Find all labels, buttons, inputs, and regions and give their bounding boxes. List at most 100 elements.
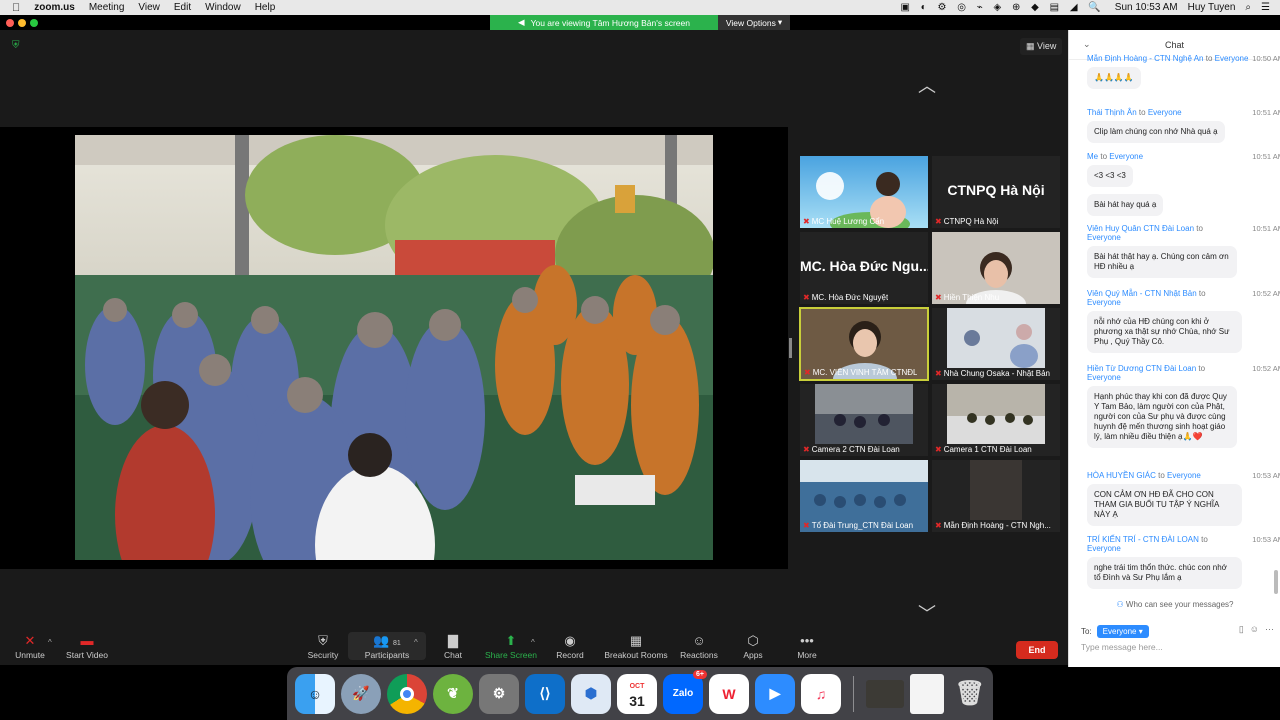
video-tile[interactable]: ✖ Mẫn Định Hoàng - CTN Ngh... [932,460,1060,532]
to-word: to [1100,152,1108,161]
menu-app-name[interactable]: zoom.us [34,2,75,13]
recipient-dropdown[interactable]: Everyone ▾ [1096,625,1149,638]
participant-name: ✖ Mẫn Định Hoàng - CTN Ngh... [935,521,1051,530]
finder-icon[interactable]: ☺ [295,673,335,714]
more-button[interactable]: ••• More [772,632,842,660]
chat-messages[interactable]: Mẫn Định Hoàng - CTN Nghệ An to Everyone… [1069,54,1280,594]
video-tile-active-speaker[interactable]: ✖ MC. VIÊN VINH TÂM CTNĐL [799,307,929,381]
chat-title: Chat [1164,39,1184,50]
message-bubble: CON CẢM ƠN HĐ ĐÃ CHO CON THAM GIA BUỔI T… [1087,484,1242,526]
meeting-area: ⛨ ▦ View ︿ ﹀ ✖ MC Huệ Lương Cẩn CTNPQ Hà… [0,30,1068,665]
video-tile[interactable]: CTNPQ Hà Nội ✖ CTNPQ Hà Nội [932,156,1060,228]
wps-office-icon[interactable]: W [709,673,749,714]
zoom-app-icon[interactable]: ▶ [755,673,795,714]
record-button[interactable]: ◉ Record [535,632,605,660]
participants-label: Participants [364,650,410,660]
breakout-rooms-button[interactable]: ▦ Breakout Rooms [598,632,674,660]
view-options-label: View Options [725,17,776,28]
who-can-see-link[interactable]: ⚇ Who can see your messages? [1069,600,1280,609]
recent-window-thumbnail[interactable] [866,679,904,708]
view-button-label: View [1037,41,1057,51]
close-window-icon[interactable] [6,19,14,27]
muted-mic-icon: ✖ [935,445,942,454]
chat-input[interactable]: Type message here... [1081,642,1163,652]
menu-edit[interactable]: Edit [174,2,191,13]
message-bubble: Bài hát hay quá ạ [1087,194,1164,216]
status-icons[interactable]: ▣ ◐ ⚙ ◎ ⌁ ◈ ⊕ ◆ ▤ ◢ 🔍 [900,2,1104,13]
file-icon[interactable]: ▯ [1239,624,1244,635]
sender-name[interactable]: Thái Thịnh Ân [1087,108,1137,117]
muted-mic-icon: ✖ [935,521,942,530]
video-tile[interactable]: ✖ Hiền Thiện Nhu [932,232,1060,304]
share-banner-text: You are viewing Tâm Hương Bản's screen [530,17,690,28]
menu-window[interactable]: Window [205,2,241,13]
menu-view[interactable]: View [138,2,160,13]
recent-document-thumbnail[interactable] [910,673,944,714]
zalo-icon[interactable]: Zalo 6+ [663,669,707,714]
participant-name: ✖ Nhà Chung Osaka - Nhật Bản [935,369,1050,378]
chevron-down-icon[interactable]: ﹀ [918,600,936,626]
share-speaker-icon: ◀ [518,17,525,27]
panel-resize-handle[interactable] [789,338,792,358]
view-button[interactable]: ▦ View [1020,38,1063,55]
video-tile[interactable]: ✖ Nhà Chung Osaka - Nhật Bản [932,308,1060,380]
start-video-button[interactable]: ▬ Start Video [52,632,122,660]
message-time: 10:51 AM [1252,108,1280,117]
apple-icon[interactable]:  [12,2,20,14]
emoji-icon[interactable]: ☺ [1250,624,1259,635]
encryption-shield-icon[interactable]: ⛨ [12,40,22,51]
video-tile[interactable]: MC. Hòa Đức Ngu... ✖ MC. Hòa Đức Nguyệt [800,232,928,304]
network-app-icon[interactable]: ⬢ [571,673,611,714]
video-tile[interactable]: ✖ Tổ Đài Trung_CTN Đài Loan [800,460,928,532]
video-tile[interactable]: ✖ MC Huệ Lương Cẩn [800,156,928,228]
video-tile[interactable]: ✖ Camera 2 CTN Đài Loan [800,384,928,456]
participant-name: ✖ Tổ Đài Trung_CTN Đài Loan [803,521,914,530]
maximize-window-icon[interactable] [30,19,38,27]
trash-icon[interactable]: 🗑 [950,674,990,714]
sender-name[interactable]: HÒA HUYỀN GIÁC [1087,471,1156,480]
vscode-icon[interactable]: ⟨⟩ [525,673,565,714]
minimize-window-icon[interactable] [18,19,26,27]
system-preferences-icon[interactable]: ⚙ [479,673,519,714]
participant-name: ✖ Hiền Thiện Nhu [935,293,1000,302]
spring-leaf-icon[interactable]: ❦ [433,673,473,714]
menu-meeting[interactable]: Meeting [89,2,125,13]
sender-name[interactable]: Viên Quý Mẫn - CTN Nhật Bản [1087,289,1197,298]
muted-mic-icon: ✖ [935,369,942,378]
control-center-icon[interactable]: ☰ [1261,2,1270,13]
launchpad-icon[interactable]: 🚀 [341,673,381,714]
calendar-icon[interactable]: OCT 31 [617,673,657,714]
menu-help[interactable]: Help [255,2,276,13]
sender-name[interactable]: TRÍ KIẾN TRÍ - CTN ĐÀI LOAN [1087,535,1199,544]
chevron-up-icon[interactable]: ︿ [918,72,936,98]
muted-mic-icon: ✖ [803,521,810,530]
music-icon[interactable]: ♫ [801,673,841,714]
sender-name[interactable]: Mẫn Định Hoàng - CTN Nghệ An [1087,54,1204,63]
sender-name[interactable]: Viên Huy Quân CTN Đài Loan [1087,224,1194,233]
recipient: Everyone [1214,54,1249,63]
sender-name[interactable]: Me [1087,152,1098,161]
to-word: to [1158,471,1165,480]
more-options-icon[interactable]: ⋯ [1265,624,1274,635]
menu-clock[interactable]: Sun 10:53 AM [1115,2,1178,13]
view-options-button[interactable]: View Options ▾ [718,15,790,30]
message-time: 10:52 AM [1252,289,1280,298]
end-meeting-button[interactable]: End [1016,641,1058,659]
collapse-chevron-icon[interactable]: ⌄ [1083,39,1091,50]
start-video-label: Start Video [66,650,108,660]
message-bubble: <3 <3 <3 [1087,165,1133,187]
to-word: to [1205,54,1213,63]
spotlight-icon[interactable]: ⌕ [1245,2,1251,13]
chat-message: Viên Quý Mẫn - CTN Nhật Bản to Everyone 10… [1087,289,1280,353]
menu-user[interactable]: Huy Tuyen [1188,2,1236,13]
sender-name[interactable]: Hiền Từ Dương CTN Đài Loan [1087,364,1196,373]
chrome-icon[interactable] [387,673,427,714]
video-tile[interactable]: ✖ Camera 1 CTN Đài Loan [932,384,1060,456]
chat-message: Me to Everyone 10:51 AM <3 <3 <3 [1087,152,1280,187]
participant-name: ✖ Camera 1 CTN Đài Loan [935,445,1032,454]
breakout-rooms-label: Breakout Rooms [604,650,668,660]
to-word: to [1138,108,1146,117]
muted-mic-icon: ✖ [803,293,810,302]
chat-scrollbar[interactable] [1274,570,1278,594]
shared-screen [0,127,788,569]
